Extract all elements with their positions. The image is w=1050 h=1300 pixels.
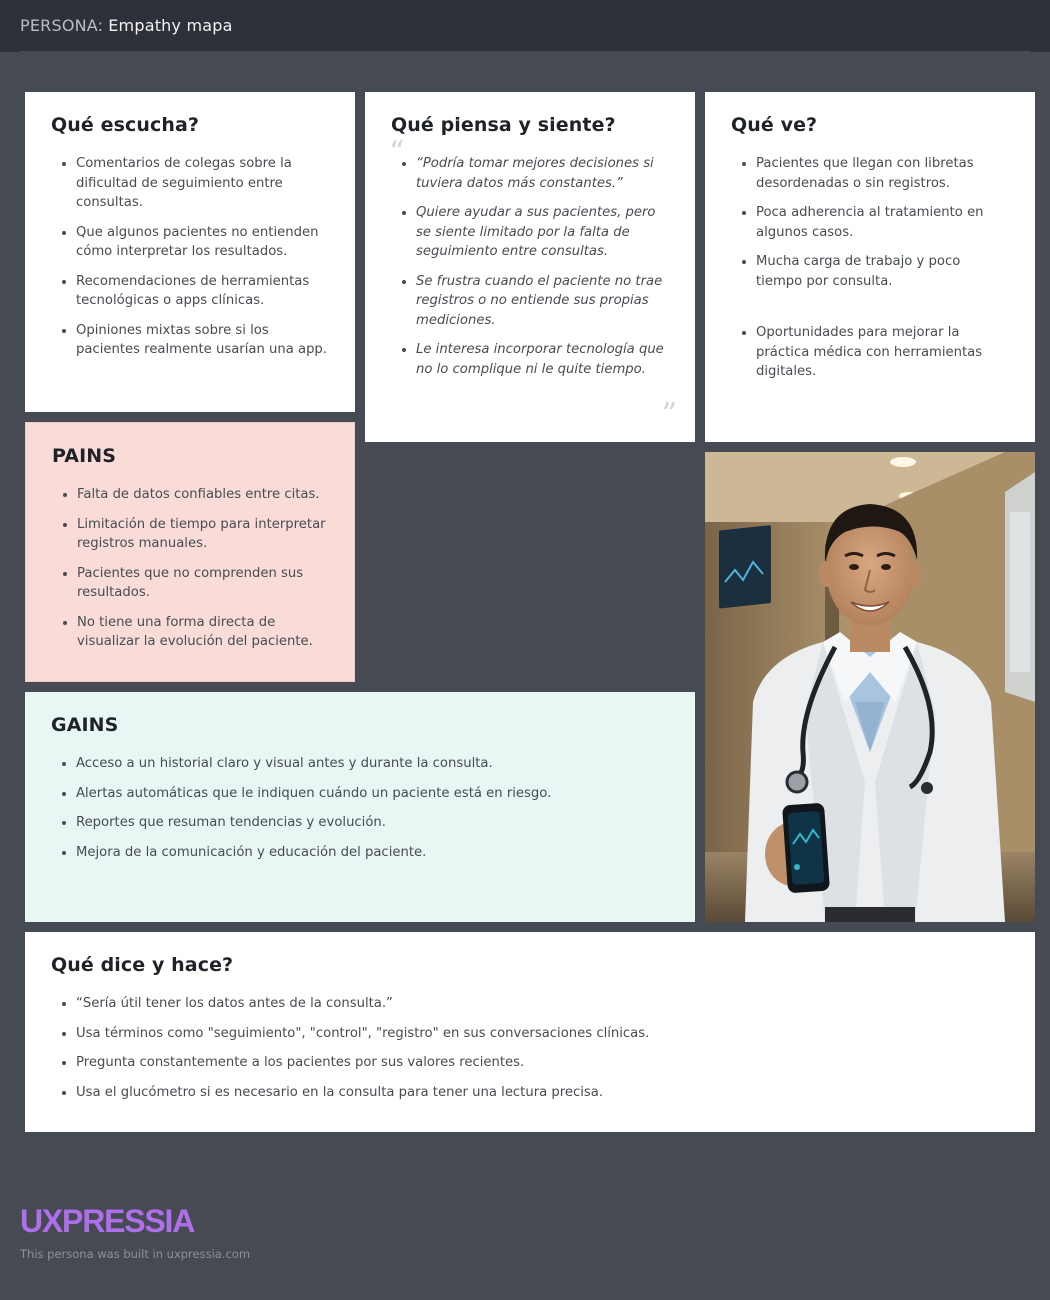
list-item: Reportes que resuman tendencias y evoluc… <box>76 813 669 833</box>
list-item: Opiniones mixtas sobre si los pacientes … <box>76 321 329 360</box>
open-quote-icon: “ <box>389 135 405 170</box>
list-item: Recomendaciones de herramientas tecnológ… <box>76 272 329 311</box>
card-que-piensa-siente: Qué piensa y siente? “ “Podría tomar mej… <box>365 92 695 442</box>
persona-title[interactable]: Empathy mapa <box>108 16 232 35</box>
card-list: Comentarios de colegas sobre la dificult… <box>51 154 329 360</box>
card-title: Qué piensa y siente? <box>391 114 616 136</box>
card-pains: PAINS Falta de datos confiables entre ci… <box>25 422 355 682</box>
list-item: Usa términos como "seguimiento", "contro… <box>76 1024 1009 1044</box>
list-item: Acceso a un historial claro y visual ant… <box>76 754 669 774</box>
footer-note: This persona was built in uxpressia.com <box>20 1247 251 1261</box>
card-list: Pacientes que llegan con libretas desord… <box>731 154 1009 382</box>
card-title: PAINS <box>52 445 117 467</box>
list-item: Quiere ayudar a sus pacientes, pero se s… <box>416 203 669 262</box>
card-list: “Podría tomar mejores decisiones si tuvi… <box>391 154 669 379</box>
card-que-escucha: Qué escucha? Comentarios de colegas sobr… <box>25 92 355 412</box>
card-gains: GAINS Acceso a un historial claro y visu… <box>25 692 695 922</box>
card-title: Qué escucha? <box>51 114 199 136</box>
list-item: Mejora de la comunicación y educación de… <box>76 843 669 863</box>
list-item: Limitación de tiempo para interpretar re… <box>77 515 328 554</box>
list-item: Comentarios de colegas sobre la dificult… <box>76 154 329 213</box>
persona-photo <box>705 452 1035 922</box>
card-list: “Sería útil tener los datos antes de la … <box>51 994 1009 1102</box>
card-title: Qué dice y hace? <box>51 954 234 976</box>
list-item: Mucha carga de trabajo y poco tiempo por… <box>756 252 1009 291</box>
list-item: Usa el glucómetro si es necesario en la … <box>76 1083 1009 1103</box>
persona-title-bar: PERSONA: Empathy mapa <box>20 0 1030 52</box>
close-quote-icon: ” <box>661 397 677 432</box>
list-item: Pacientes que no comprenden sus resultad… <box>77 564 328 603</box>
list-item: Oportunidades para mejorar la práctica m… <box>756 323 1009 382</box>
card-title: Qué ve? <box>731 114 818 136</box>
persona-prefix: PERSONA: <box>20 16 104 35</box>
card-que-ve: Qué ve? Pacientes que llegan con libreta… <box>705 92 1035 442</box>
doctor-illustration <box>705 452 1035 922</box>
list-item: Pacientes que llegan con libretas desord… <box>756 154 1009 193</box>
top-bar: PERSONA: Empathy mapa <box>0 0 1050 52</box>
list-item: “Podría tomar mejores decisiones si tuvi… <box>416 154 669 193</box>
list-item: Se frustra cuando el paciente no trae re… <box>416 272 669 331</box>
card-que-dice-hace: Qué dice y hace? “Sería útil tener los d… <box>25 932 1035 1132</box>
card-title: GAINS <box>51 714 119 736</box>
list-item: Le interesa incorporar tecnología que no… <box>416 340 669 379</box>
list-item: Poca adherencia al tratamiento en alguno… <box>756 203 1009 242</box>
list-item: Pregunta constantemente a los pacientes … <box>76 1053 1009 1073</box>
list-item: Que algunos pacientes no entienden cómo … <box>76 223 329 262</box>
card-list: Acceso a un historial claro y visual ant… <box>51 754 669 862</box>
list-item: Alertas automáticas que le indiquen cuán… <box>76 784 669 804</box>
uxpressia-logo[interactable]: UXPRESSIA <box>20 1203 195 1240</box>
list-item: “Sería útil tener los datos antes de la … <box>76 994 1009 1014</box>
list-item: No tiene una forma directa de visualizar… <box>77 613 328 652</box>
list-item: Falta de datos confiables entre citas. <box>77 485 328 505</box>
card-list: Falta de datos confiables entre citas. L… <box>52 485 328 652</box>
